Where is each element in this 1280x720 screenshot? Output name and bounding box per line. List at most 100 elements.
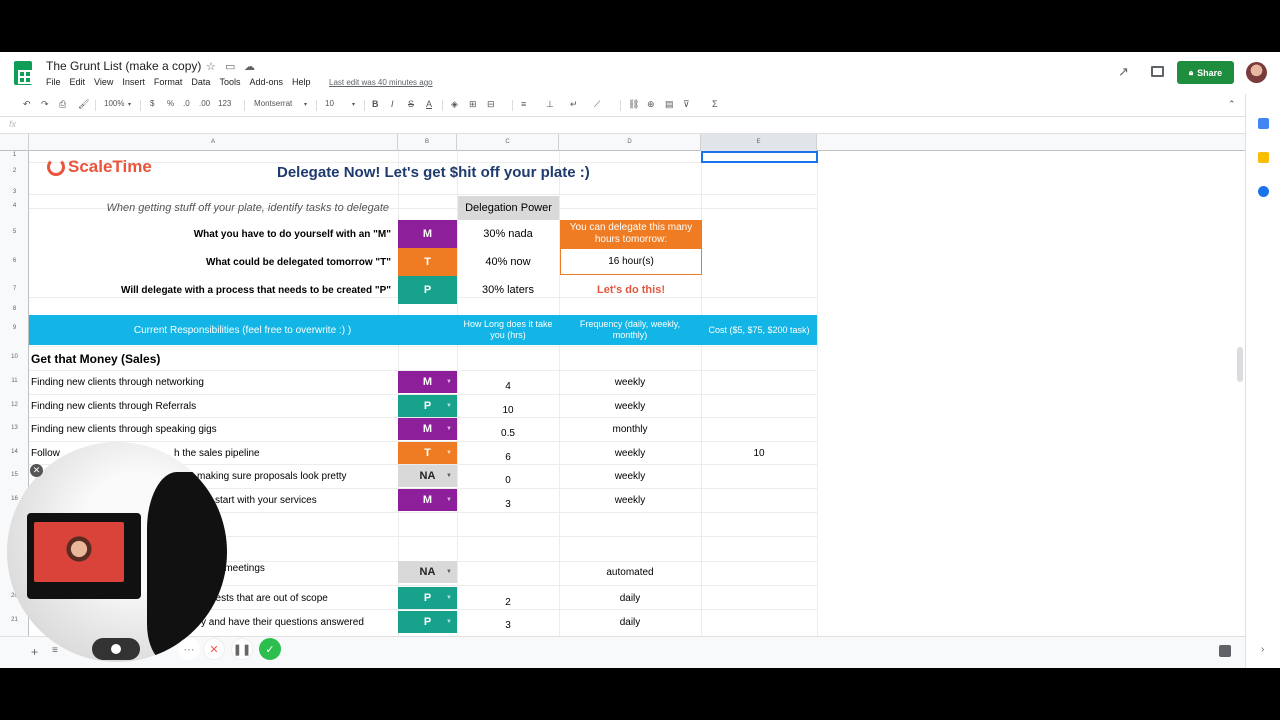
task-frequency[interactable]: daily: [559, 611, 701, 634]
task-hours[interactable]: 3: [457, 493, 559, 516]
task-text[interactable]: Finding new clients through speaking gig…: [31, 418, 217, 441]
more-formats-button[interactable]: 123: [218, 99, 231, 108]
finish-recording-icon[interactable]: ✓: [259, 638, 281, 660]
selected-cell[interactable]: [701, 151, 818, 163]
task-hours[interactable]: 0: [457, 469, 559, 492]
delegation-dropdown[interactable]: T ▼: [398, 442, 457, 464]
menu-help[interactable]: Help: [292, 77, 311, 87]
more-options-icon[interactable]: ⋯: [178, 638, 200, 660]
move-folder-icon[interactable]: ▭: [225, 60, 235, 73]
row-header[interactable]: 3: [0, 189, 29, 195]
task-hours[interactable]: 0.5: [457, 422, 559, 445]
add-sheet-icon[interactable]: +: [31, 645, 38, 659]
row-header[interactable]: 8: [0, 306, 29, 312]
delegation-dropdown[interactable]: M ▼: [398, 371, 457, 393]
task-text[interactable]: Finding new clients through Referrals: [31, 395, 196, 418]
task-frequency[interactable]: weekly: [559, 371, 701, 394]
paint-format-icon[interactable]: 🖌︎: [78, 99, 89, 110]
activity-dashboard-icon[interactable]: ↗: [1118, 64, 1129, 80]
row-header[interactable]: 12: [0, 402, 29, 408]
column-header-a[interactable]: A: [29, 134, 398, 151]
borders-icon[interactable]: ⊞: [469, 99, 477, 110]
align-horizontal-icon[interactable]: ≡: [521, 99, 526, 109]
row-header[interactable]: 10: [0, 354, 29, 360]
row-header[interactable]: 11: [0, 378, 29, 384]
task-text-continued[interactable]: h the sales pipeline: [174, 442, 260, 465]
task-frequency[interactable]: weekly: [559, 442, 701, 465]
delegation-dropdown[interactable]: P ▼: [398, 611, 457, 633]
vertical-scrollbar[interactable]: [1237, 347, 1243, 382]
fill-color-icon[interactable]: ◈: [451, 99, 458, 110]
all-sheets-icon[interactable]: ≡: [52, 645, 58, 656]
comments-icon[interactable]: [1151, 66, 1164, 77]
filter-icon[interactable]: ⊽: [683, 99, 690, 110]
insert-comment-icon[interactable]: ⊕: [647, 99, 655, 110]
increase-decimal-button[interactable]: .00: [199, 99, 210, 108]
task-frequency[interactable]: automated: [559, 561, 701, 584]
print-icon[interactable]: ⎙: [59, 99, 66, 110]
tasks-icon[interactable]: [1258, 186, 1269, 197]
formula-bar[interactable]: fx: [0, 116, 1245, 134]
strikethrough-button[interactable]: S: [408, 99, 414, 109]
select-all-corner[interactable]: [0, 134, 29, 151]
row-header[interactable]: 21: [0, 617, 29, 623]
zoom-select[interactable]: 100%: [104, 99, 124, 108]
menu-addons[interactable]: Add-ons: [249, 77, 283, 87]
functions-button[interactable]: Σ: [712, 99, 718, 109]
column-header-e[interactable]: E: [701, 134, 817, 151]
sheets-logo-icon[interactable]: [14, 61, 32, 85]
keep-icon[interactable]: [1258, 152, 1269, 163]
delegation-dropdown[interactable]: NA ▼: [398, 465, 457, 487]
delegation-dropdown[interactable]: P ▼: [398, 395, 457, 417]
percent-button[interactable]: %: [167, 99, 174, 108]
text-rotation-icon[interactable]: ⟋: [594, 99, 600, 110]
row-header[interactable]: 15: [0, 472, 29, 478]
menu-view[interactable]: View: [94, 77, 113, 87]
menu-format[interactable]: Format: [154, 77, 183, 87]
task-hours[interactable]: 10: [457, 399, 559, 422]
column-header-c[interactable]: C: [457, 134, 559, 151]
task-frequency[interactable]: weekly: [559, 465, 701, 488]
task-frequency[interactable]: weekly: [559, 395, 701, 418]
task-frequency[interactable]: monthly: [559, 418, 701, 441]
undo-icon[interactable]: ↶: [23, 99, 31, 110]
task-frequency[interactable]: daily: [559, 587, 701, 610]
task-cost[interactable]: 10: [701, 442, 817, 465]
menu-file[interactable]: File: [46, 77, 61, 87]
currency-button[interactable]: $: [150, 99, 154, 108]
task-hours[interactable]: 4: [457, 375, 559, 398]
pause-recording-icon[interactable]: ❚❚: [231, 638, 253, 660]
task-text[interactable]: start with your services: [215, 489, 317, 512]
row-header[interactable]: 7: [0, 286, 29, 292]
italic-button[interactable]: I: [391, 99, 394, 109]
align-vertical-icon[interactable]: ⊥: [546, 99, 554, 110]
task-hours[interactable]: 2: [457, 591, 559, 614]
row-header[interactable]: 2: [0, 168, 29, 174]
explore-icon[interactable]: [1219, 645, 1231, 657]
side-panel-toggle-icon[interactable]: ›: [1261, 644, 1264, 655]
row-header[interactable]: 6: [0, 258, 29, 264]
task-text[interactable]: uests that are out of scope: [210, 587, 328, 609]
redo-icon[interactable]: ↷: [41, 99, 49, 110]
row-header[interactable]: 14: [0, 449, 29, 455]
column-header-b[interactable]: B: [398, 134, 457, 151]
delegation-dropdown[interactable]: NA ▼: [398, 561, 457, 583]
insert-link-icon[interactable]: ⛓︎: [628, 99, 639, 110]
font-size-select[interactable]: 10: [325, 99, 334, 108]
task-text[interactable]: Finding new clients through networking: [31, 371, 204, 394]
menu-insert[interactable]: Insert: [122, 77, 145, 87]
row-header[interactable]: 5: [0, 229, 29, 235]
task-frequency[interactable]: weekly: [559, 489, 701, 512]
merge-cells-icon[interactable]: ⊟: [487, 99, 495, 110]
document-title[interactable]: The Grunt List (make a copy): [46, 59, 201, 73]
collapse-toolbar-icon[interactable]: ⌃: [1228, 99, 1236, 110]
last-edit-link[interactable]: Last edit was 40 minutes ago: [329, 78, 433, 87]
bold-button[interactable]: B: [372, 99, 379, 109]
delegation-dropdown[interactable]: M ▼: [398, 489, 457, 511]
delegation-dropdown[interactable]: M ▼: [398, 418, 457, 440]
decrease-decimal-button[interactable]: .0: [183, 99, 190, 108]
column-header-d[interactable]: D: [559, 134, 701, 151]
row-header[interactable]: 4: [0, 203, 29, 209]
calendar-icon[interactable]: [1258, 118, 1269, 129]
task-hours[interactable]: 3: [457, 615, 559, 636]
